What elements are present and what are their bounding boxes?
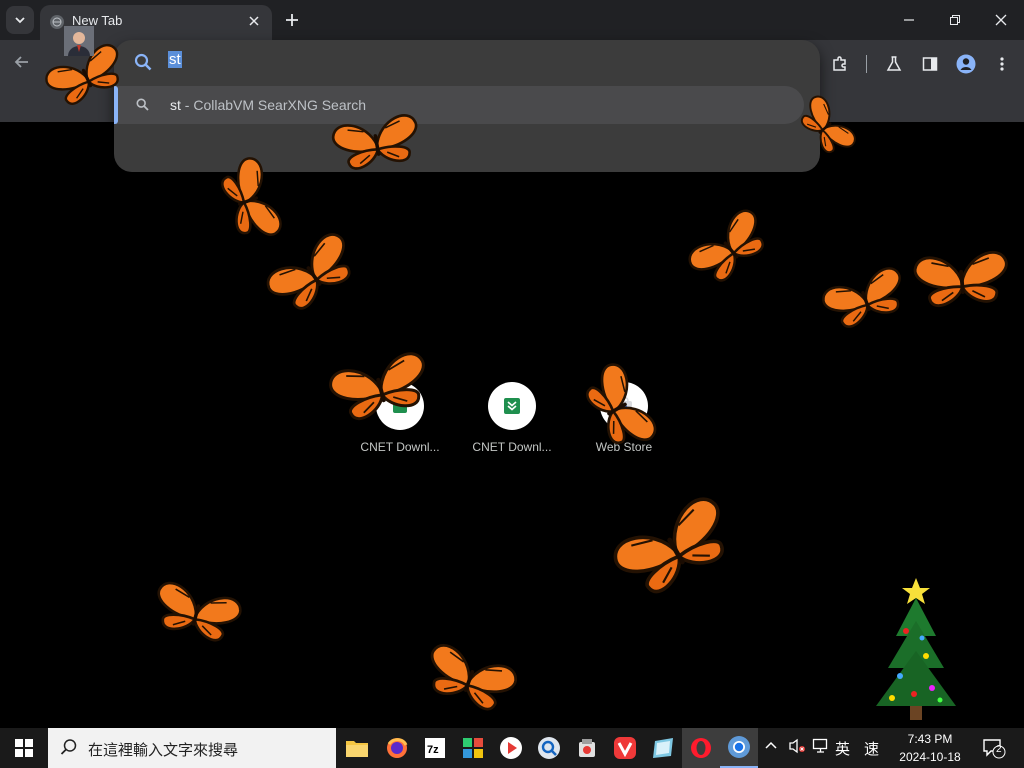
- taskbar-app-notepad[interactable]: [644, 728, 682, 768]
- suggestion-separator: -: [180, 97, 194, 113]
- close-tab-button[interactable]: [244, 11, 264, 31]
- windows-taskbar: 在這裡輸入文字來搜尋 7z 英 速 7:43 PM 2024-10-18 2: [0, 728, 1024, 768]
- butterfly-decoration: [607, 491, 741, 605]
- profile-button[interactable]: [954, 52, 978, 76]
- butterfly-decoration: [577, 359, 661, 457]
- address-input[interactable]: st: [168, 51, 182, 73]
- taskbar-app-opera[interactable]: [682, 728, 720, 768]
- download-arrow-icon: [504, 398, 520, 414]
- cleaner-icon: [579, 739, 595, 757]
- browser-toolbar: st st - CollabVM SearXNG Search: [0, 40, 1024, 172]
- taskbar-app-vivaldi[interactable]: [606, 728, 644, 768]
- play-icon: [500, 737, 522, 759]
- plus-icon: [286, 14, 298, 26]
- 7zip-icon: 7z: [425, 738, 445, 758]
- clock-time: 7:43 PM: [907, 732, 953, 746]
- butterfly-decoration: [261, 228, 364, 320]
- search-icon: [134, 53, 152, 71]
- avatar-icon: [956, 54, 976, 74]
- butterfly-decoration: [793, 92, 860, 162]
- chevron-up-icon[interactable]: [764, 738, 778, 756]
- side-panel-button[interactable]: [918, 52, 942, 76]
- notification-icon: [983, 739, 1006, 759]
- taskbar-app-chrome[interactable]: [720, 728, 758, 768]
- shortcut-icon-bg: [488, 382, 536, 430]
- taskbar-app-file-explorer[interactable]: [338, 728, 376, 768]
- taskbar-app-search[interactable]: [530, 728, 568, 768]
- butterfly-decoration: [330, 112, 424, 174]
- butterfly-decoration: [683, 204, 776, 292]
- shortcut-tile[interactable]: CNET Downl...: [460, 382, 564, 454]
- svg-text:7z: 7z: [427, 744, 439, 756]
- tab-search-button[interactable]: [6, 6, 34, 34]
- address-bar[interactable]: st: [114, 40, 820, 86]
- start-button[interactable]: [0, 728, 48, 768]
- firefox-icon: [387, 738, 408, 758]
- search-placeholder: 在這裡輸入文字來搜尋: [88, 742, 239, 759]
- avatar-photo: [64, 26, 94, 56]
- minimize-button[interactable]: [886, 0, 932, 40]
- close-window-button[interactable]: [978, 0, 1024, 40]
- shortcut-label: CNET Downl...: [472, 440, 552, 454]
- toolbar-divider: [866, 55, 867, 73]
- opera-icon: [691, 738, 711, 758]
- chevron-down-icon: [15, 17, 25, 24]
- notification-count: 2: [996, 744, 1002, 755]
- globe-icon: [50, 15, 64, 29]
- puzzle-app-icon: [463, 738, 483, 758]
- vivaldi-icon: [614, 737, 636, 759]
- clock[interactable]: 7:43 PM 2024-10-18: [888, 730, 972, 766]
- restore-icon: [950, 15, 960, 25]
- flask-icon: [886, 56, 902, 71]
- search-icon: [60, 739, 77, 755]
- back-button[interactable]: [10, 50, 34, 74]
- labs-button[interactable]: [882, 52, 906, 76]
- butterfly-decoration: [912, 249, 1011, 309]
- menu-button[interactable]: [990, 52, 1014, 76]
- notepad-icon: [653, 738, 673, 758]
- taskbar-app-cleaner[interactable]: [568, 728, 606, 768]
- chrome-icon: [728, 736, 750, 758]
- taskbar-app-firefox[interactable]: [378, 728, 416, 768]
- notification-center-button[interactable]: 2: [982, 737, 1006, 763]
- butterfly-decoration: [326, 349, 435, 426]
- butterfly-decoration: [419, 640, 521, 717]
- tab-strip: New Tab: [0, 0, 1024, 40]
- taskbar-app-video-player[interactable]: [492, 728, 530, 768]
- ime-mode-indicator[interactable]: 速: [864, 738, 879, 759]
- taskbar-search-box[interactable]: 在這裡輸入文字來搜尋: [48, 728, 336, 768]
- ime-language-indicator[interactable]: 英: [835, 738, 850, 759]
- omnibox-suggestion[interactable]: st - CollabVM SearXNG Search: [114, 86, 804, 124]
- network-icon[interactable]: [812, 738, 830, 758]
- folder-icon: [346, 741, 368, 757]
- close-icon: [995, 14, 1007, 26]
- volume-muted-icon[interactable]: [788, 738, 806, 758]
- close-icon: [249, 16, 259, 26]
- taskbar-app-7zip[interactable]: 7z: [416, 728, 454, 768]
- butterfly-decoration: [149, 579, 245, 647]
- side-panel-icon: [922, 57, 938, 71]
- taskbar-app-puzzle[interactable]: [454, 728, 492, 768]
- search-icon: [136, 98, 149, 111]
- puzzle-icon: [833, 56, 846, 71]
- christmas-tree-decoration: [876, 578, 956, 720]
- more-vert-icon: [1000, 57, 1004, 71]
- suggestion-query: st: [170, 97, 181, 113]
- clock-date: 2024-10-18: [899, 750, 961, 764]
- magnifier-app-icon: [538, 737, 560, 759]
- extensions-button[interactable]: [828, 52, 852, 76]
- arrow-left-icon: [14, 56, 28, 68]
- new-tab-button[interactable]: [280, 8, 304, 32]
- restore-button[interactable]: [932, 0, 978, 40]
- minimize-icon: [904, 19, 914, 21]
- address-input-text: st: [168, 51, 182, 68]
- windows-logo-icon: [15, 739, 33, 757]
